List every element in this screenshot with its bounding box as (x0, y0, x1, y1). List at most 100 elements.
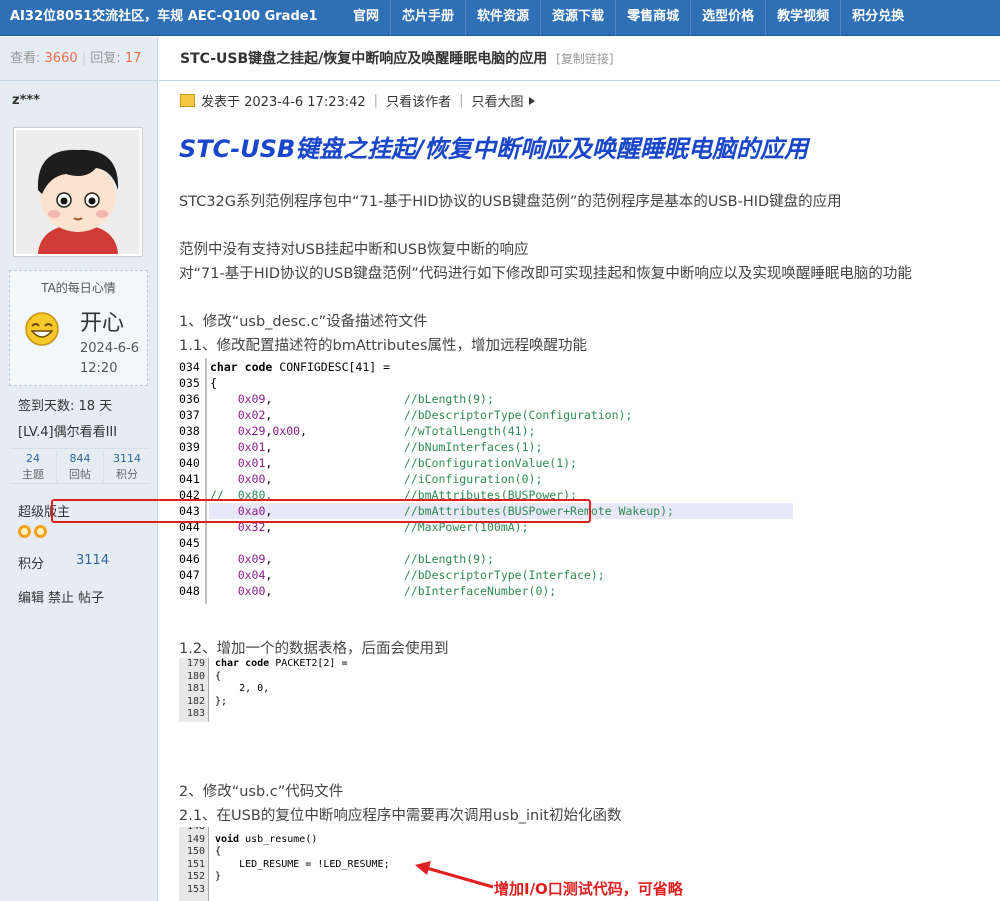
line-number: 046 (179, 552, 200, 566)
avatar-image (16, 130, 140, 254)
code-line: 037 0x02, //bDescriptorType(Configuratio… (179, 407, 793, 423)
author-sidebar: 查看: 3660 | 回复: 17 z*** TA的每日心情 开心 2024-6… (0, 37, 158, 901)
line-number: 181 (186, 683, 205, 695)
line-number: 180 (186, 670, 205, 682)
paragraph-1: STC32G系列范例程序包中“71-基于HID协议的USB键盘范例”的范例程序是… (179, 194, 842, 210)
line-number: 045 (179, 536, 200, 550)
count-label: 积分 (116, 468, 138, 481)
post-heading: STC-USB键盘之挂起/恢复中断响应及唤醒睡眠电脑的应用 (179, 135, 809, 163)
edit-link[interactable]: 编辑 (18, 587, 44, 606)
nav-item-downloads[interactable]: 资源下载 (540, 0, 615, 36)
code-text: 0x09, //bLength(9); (237, 392, 494, 406)
line-number: 038 (179, 424, 200, 438)
line-number: 048 (179, 584, 200, 598)
copy-link-button[interactable]: [复制链接] (556, 52, 613, 66)
paragraph-2: 范例中没有支持对USB挂起中断和USB恢复中断的响应 (179, 242, 529, 258)
code-text: { (215, 846, 222, 858)
checkin-days: 签到天数: 18 天 (18, 399, 113, 414)
nav-item-datasheets[interactable]: 芯片手册 (390, 0, 465, 36)
daily-mood-box: TA的每日心情 开心 2024-6-6 12:20 (9, 270, 148, 386)
code-text: } (215, 871, 222, 883)
caret-right-icon[interactable] (529, 96, 536, 105)
thread-title: STC-USB键盘之挂起/恢复中断响应及唤醒睡眠电脑的应用 [复制链接] (180, 37, 614, 81)
line-number: 151 (186, 858, 205, 870)
thread-header: STC-USB键盘之挂起/恢复中断响应及唤醒睡眠电脑的应用 [复制链接] (159, 37, 1000, 81)
nav-item-videos[interactable]: 教学视频 (765, 0, 840, 36)
site-title[interactable]: AI32位8051交流社区，车规 AEC-Q100 Grade1 (10, 0, 318, 36)
count-posts[interactable]: 844 回帖 (56, 451, 103, 483)
paragraph-8: 2.1、在USB的复位中断响应程序中需要再次调用usb_init初始化函数 (179, 808, 622, 824)
count-value: 844 (69, 452, 91, 465)
line-number: 152 (186, 871, 205, 883)
thread-title-text: STC-USB键盘之挂起/恢复中断响应及唤醒睡眠电脑的应用 (180, 51, 548, 67)
code-text: { (215, 670, 222, 682)
line-number: 148 (181, 827, 205, 834)
code-line: 036 0x09, //bLength(9); (179, 391, 793, 407)
code-line: 048 0x00, //bInterfaceNumber(0); (179, 583, 793, 599)
code-text: char code CONFIGDESC[41] = (210, 360, 391, 374)
code-text: void usb_resume() (215, 833, 318, 845)
code-text: 0x01, //bConfigurationValue(1); (237, 456, 577, 470)
code-line: 034 char code CONFIGDESC[41] = (179, 359, 793, 375)
code-text: LED_RESUME = !LED_RESUME; (215, 858, 390, 870)
highlight-box (51, 499, 591, 523)
nav-item-software[interactable]: 软件资源 (465, 0, 540, 36)
post-content: STC-USB键盘之挂起/恢复中断响应及唤醒睡眠电脑的应用 [复制链接] 发表于… (159, 37, 1000, 901)
paragraph-4: 1、修改“usb_desc.c”设备描述符文件 (179, 314, 428, 330)
line-number: 153 (186, 884, 205, 895)
replies-count: 17 (124, 51, 142, 66)
posted-date: 发表于 2023-4-6 17:23:42 (201, 95, 366, 110)
points-value: 3114 (76, 553, 110, 568)
page: AI32位8051交流社区，车规 AEC-Q100 Grade1 官网 芯片手册… (0, 0, 1000, 901)
happy-face-icon (25, 312, 59, 346)
user-level[interactable]: [LV.4]偶尔看看III (18, 421, 117, 440)
code-image-packet2[interactable]: 179 char code PACKET2[2] = 180 {181 2, 0, 18… (179, 658, 369, 722)
user-counts: 24 主题 844 回帖 3114 积分 (10, 448, 150, 484)
replies-label: 回复: (90, 51, 121, 66)
count-topics[interactable]: 24 主题 (10, 451, 56, 483)
post-meta: 发表于 2023-4-6 17:23:42 | 只看该作者 | 只看大图 (180, 91, 536, 110)
code-line: 038 0x29,0x00, //wTotalLength(41); (179, 423, 793, 439)
count-label: 主题 (22, 468, 44, 481)
count-points[interactable]: 3114 积分 (103, 451, 150, 483)
code-image-usb-desc[interactable]: 034 char code CONFIGDESC[41] = 035 {036 0x0… (179, 358, 793, 604)
points-label: 积分 (18, 557, 45, 572)
nav-item-points-exchange[interactable]: 积分兑换 (840, 0, 915, 36)
rank-stars (18, 525, 47, 538)
red-arrow-icon (415, 861, 494, 889)
top-navbar: AI32位8051交流社区，车规 AEC-Q100 Grade1 官网 芯片手册… (0, 0, 1000, 36)
count-label: 回帖 (69, 468, 91, 481)
author-username[interactable]: z*** (12, 93, 40, 108)
nav-item-official-site[interactable]: 官网 (342, 0, 390, 36)
line-number: 179 (186, 658, 205, 669)
code-text: }; (215, 695, 228, 707)
views-label: 查看: (10, 51, 41, 66)
count-value: 24 (26, 452, 40, 465)
code-line: 035 { (179, 375, 793, 391)
annotation-note: 增加I/O口测试代码，可省略 (494, 880, 683, 898)
mood-title: TA的每日心情 (41, 281, 116, 295)
divider: | (459, 93, 464, 108)
paragraph-6: 1.2、增加一个的数据表格，后面会使用到 (179, 641, 449, 657)
code-line: 040 0x01, //bConfigurationValue(1); (179, 455, 793, 471)
ban-link[interactable]: 禁止 (48, 587, 74, 606)
nav-item-pricing[interactable]: 选型价格 (690, 0, 765, 36)
thread-stats: 查看: 3660 | 回复: 17 (0, 37, 157, 81)
only-author-link[interactable]: 只看该作者 (386, 91, 451, 110)
posts-link[interactable]: 帖子 (78, 587, 104, 606)
mood-value: 开心 (80, 311, 125, 336)
avatar[interactable] (13, 127, 143, 257)
large-image-link[interactable]: 只看大图 (471, 91, 523, 110)
line-number: 149 (186, 833, 205, 845)
divider: | (373, 93, 379, 108)
line-number: 150 (186, 846, 205, 858)
line-number: 041 (179, 472, 200, 486)
line-number: 182 (186, 695, 205, 707)
post-icon (180, 94, 195, 107)
nav-item-store[interactable]: 零售商城 (615, 0, 690, 36)
code-line: 046 0x09, //bLength(9); (179, 551, 793, 567)
line-number: 039 (179, 440, 200, 454)
line-number: 183 (186, 708, 205, 720)
line-number: 040 (179, 456, 200, 470)
code-line: 047 0x04, //bDescriptorType(Interface); (179, 567, 793, 583)
